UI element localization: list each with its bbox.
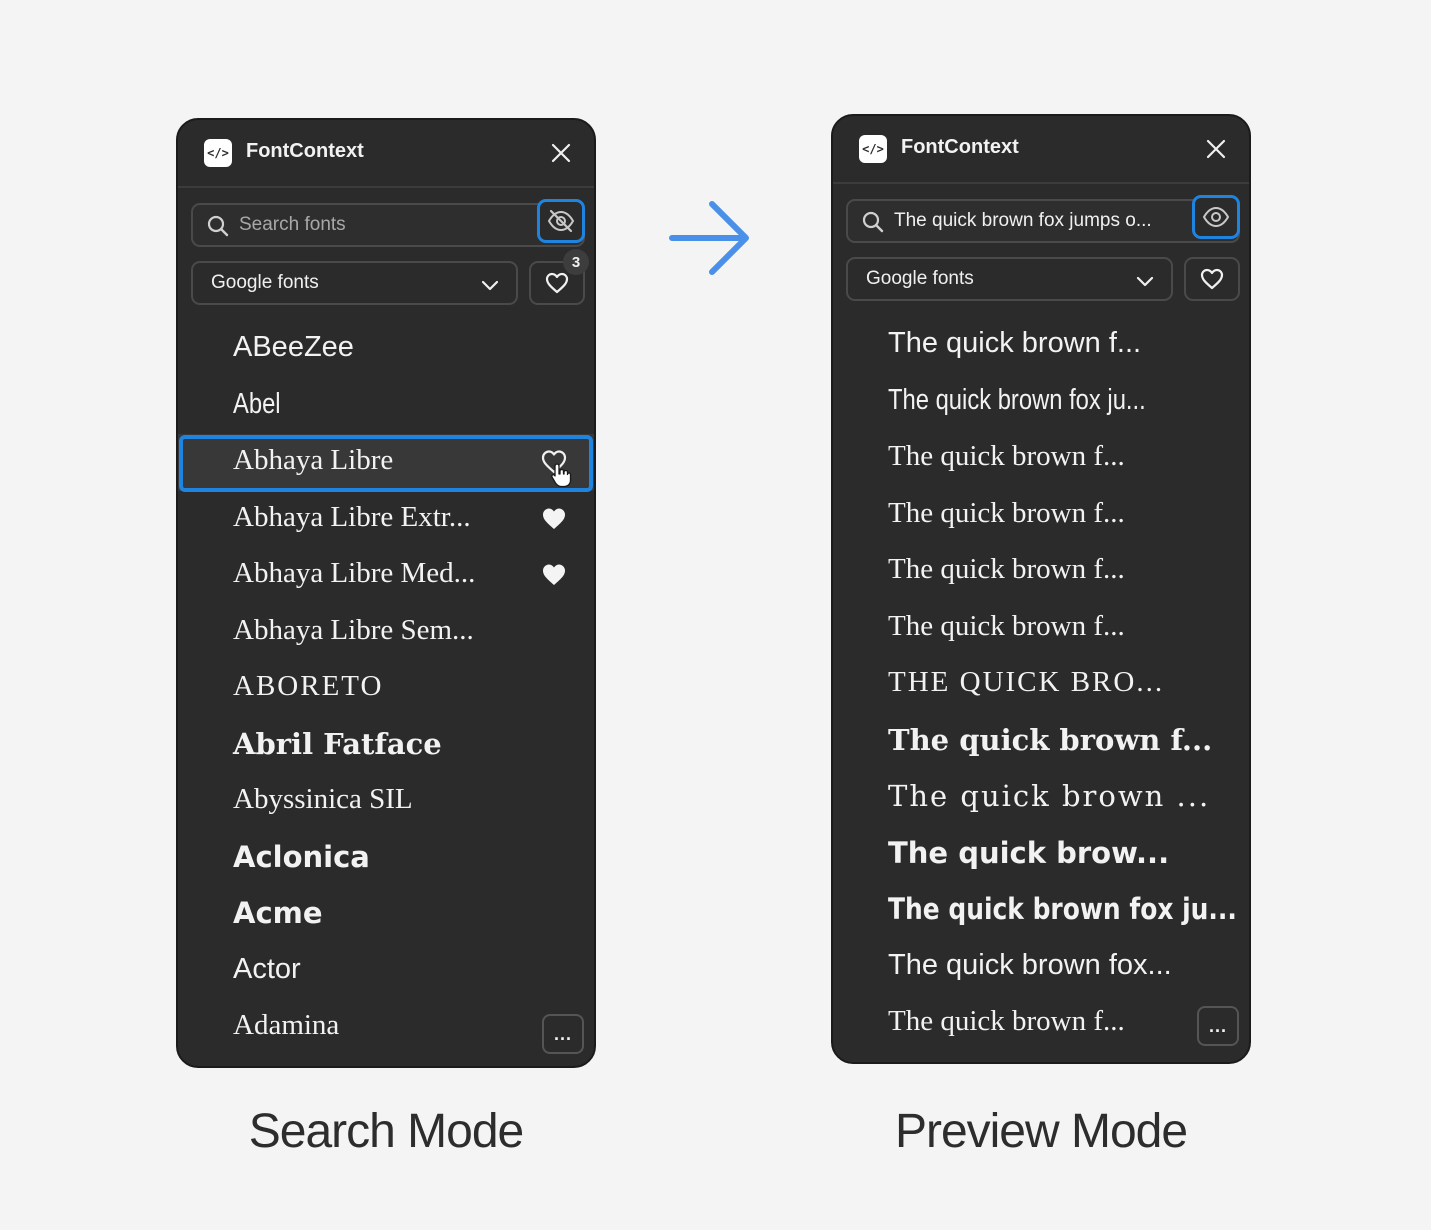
font-item-abhaya-libre-extrabold[interactable]: Abhaya Libre Extr... bbox=[178, 491, 594, 548]
chevron-down-icon bbox=[481, 280, 499, 291]
preview-text: The quick brow... bbox=[888, 835, 1170, 870]
font-name: ABeeZee bbox=[233, 331, 354, 363]
arrow-right-icon bbox=[669, 201, 749, 275]
close-icon[interactable] bbox=[1205, 138, 1227, 160]
preview-item[interactable]: The quick brown fox ju... bbox=[833, 374, 1249, 431]
font-source-label: Google fonts bbox=[866, 268, 974, 289]
font-name: Acme bbox=[233, 896, 323, 930]
preview-text: The quick brown f... bbox=[888, 722, 1213, 757]
preview-item[interactable]: The quick brown f... bbox=[833, 543, 1249, 600]
heart-filled-icon[interactable] bbox=[540, 506, 568, 532]
code-logo-icon: </> bbox=[204, 139, 232, 167]
font-name: ABORETO bbox=[233, 670, 384, 702]
font-source-dropdown[interactable]: Google fonts bbox=[846, 257, 1173, 301]
search-input[interactable]: The quick brown fox jumps o... bbox=[894, 210, 1152, 232]
preview-item[interactable]: The quick brow... bbox=[833, 826, 1249, 883]
preview-text: The quick brown fox... bbox=[888, 948, 1172, 981]
search-field[interactable]: The quick brown fox jumps o... bbox=[846, 195, 1240, 243]
eye-off-icon bbox=[547, 209, 575, 233]
font-source-label: Google fonts bbox=[211, 272, 319, 293]
preview-text: The quick brown f... bbox=[888, 609, 1125, 642]
preview-item[interactable]: The quick brown f... bbox=[833, 430, 1249, 487]
favorites-button[interactable] bbox=[1184, 257, 1240, 301]
font-name: Aclonica bbox=[233, 839, 370, 874]
font-item-abhaya-libre[interactable]: Abhaya Libre bbox=[178, 434, 594, 491]
font-item-aclonica[interactable]: Aclonica bbox=[178, 830, 594, 887]
font-list: ABeeZee Abel Abhaya Libre Abhaya Libre E… bbox=[178, 321, 594, 1056]
preview-text: The quick brown f... bbox=[888, 1005, 1125, 1037]
font-item-abel[interactable]: Abel bbox=[178, 378, 594, 435]
preview-text: The quick brown f... bbox=[888, 327, 1142, 359]
font-item-adamina[interactable]: Adamina bbox=[178, 999, 594, 1056]
preview-item[interactable]: THE QUICK BRO... bbox=[833, 656, 1249, 713]
close-icon[interactable] bbox=[550, 142, 572, 164]
heart-outline-icon bbox=[545, 272, 569, 294]
search-field[interactable]: Search fonts bbox=[191, 199, 585, 247]
preview-text: The quick brown f... bbox=[888, 553, 1125, 585]
preview-text: The quick brown fox ju... bbox=[888, 892, 1237, 926]
font-name: Abhaya Libre Sem... bbox=[233, 613, 474, 646]
preview-text: The quick brown ... bbox=[888, 779, 1211, 813]
code-logo-icon: </> bbox=[859, 135, 887, 163]
preview-toggle-button[interactable] bbox=[537, 199, 585, 243]
font-name: Abhaya Libre Extr... bbox=[233, 500, 471, 533]
comparison-stage: </> FontContext Search fonts Google font bbox=[0, 0, 1431, 1230]
font-item-abril-fatface[interactable]: Abril Fatface bbox=[178, 717, 594, 774]
preview-item[interactable]: The quick brown f... bbox=[833, 713, 1249, 770]
search-icon bbox=[862, 211, 884, 233]
panel-header: </> FontContext bbox=[178, 120, 594, 188]
font-name: Abhaya Libre bbox=[233, 444, 394, 476]
search-mode-panel: </> FontContext Search fonts Google font bbox=[176, 118, 596, 1068]
app-title: FontContext bbox=[246, 140, 364, 162]
search-mode-caption: Search Mode bbox=[248, 1105, 525, 1158]
preview-item[interactable]: The quick brown f... bbox=[833, 317, 1249, 374]
font-item-abhaya-libre-semibold[interactable]: Abhaya Libre Sem... bbox=[178, 604, 594, 661]
font-name: Adamina bbox=[233, 1009, 340, 1041]
font-item-abyssinica-sil[interactable]: Abyssinica SIL bbox=[178, 773, 594, 830]
favorites-count-badge: 3 bbox=[563, 249, 589, 275]
preview-list: The quick brown f... The quick brown fox… bbox=[833, 317, 1249, 1052]
font-item-acme[interactable]: Acme bbox=[178, 886, 594, 943]
preview-item[interactable]: The quick brown f... bbox=[833, 995, 1249, 1052]
font-name: Abril Fatface bbox=[233, 726, 442, 761]
more-options-button[interactable]: ... bbox=[542, 1014, 584, 1054]
font-name: Abel bbox=[233, 387, 281, 420]
font-source-dropdown[interactable]: Google fonts bbox=[191, 261, 518, 305]
heart-outline-icon bbox=[1200, 268, 1224, 290]
preview-mode-caption: Preview Mode bbox=[894, 1105, 1188, 1158]
font-name: Abhaya Libre Med... bbox=[233, 557, 476, 589]
chevron-down-icon bbox=[1136, 276, 1154, 287]
preview-text: The quick brown f... bbox=[888, 496, 1125, 529]
preview-item[interactable]: The quick brown ... bbox=[833, 769, 1249, 826]
preview-text: The quick brown fox ju... bbox=[888, 383, 1146, 416]
more-options-button[interactable]: ... bbox=[1197, 1006, 1239, 1046]
hand-pointer-icon bbox=[551, 463, 572, 488]
preview-toggle-button[interactable] bbox=[1192, 195, 1240, 239]
font-name: Actor bbox=[233, 952, 301, 985]
font-item-aboreto[interactable]: ABORETO bbox=[178, 660, 594, 717]
search-icon bbox=[207, 215, 229, 237]
search-input[interactable]: Search fonts bbox=[239, 214, 346, 236]
preview-text: THE QUICK BRO... bbox=[888, 666, 1165, 698]
favorites-button[interactable]: 3 bbox=[529, 249, 589, 305]
preview-item[interactable]: The quick brown fox ju... bbox=[833, 882, 1249, 939]
font-item-abhaya-libre-medium[interactable]: Abhaya Libre Med... bbox=[178, 547, 594, 604]
heart-filled-icon[interactable] bbox=[540, 562, 568, 588]
font-name: Abyssinica SIL bbox=[233, 783, 413, 815]
preview-item[interactable]: The quick brown fox... bbox=[833, 939, 1249, 996]
font-item-abeezee[interactable]: ABeeZee bbox=[178, 321, 594, 378]
preview-item[interactable]: The quick brown f... bbox=[833, 487, 1249, 544]
app-title: FontContext bbox=[901, 136, 1019, 158]
eye-icon bbox=[1202, 206, 1230, 228]
panel-header: </> FontContext bbox=[833, 116, 1249, 184]
preview-text: The quick brown f... bbox=[888, 440, 1125, 472]
font-item-actor[interactable]: Actor bbox=[178, 943, 594, 1000]
preview-mode-panel: </> FontContext The quick brown fox jump… bbox=[831, 114, 1251, 1064]
preview-item[interactable]: The quick brown f... bbox=[833, 600, 1249, 657]
